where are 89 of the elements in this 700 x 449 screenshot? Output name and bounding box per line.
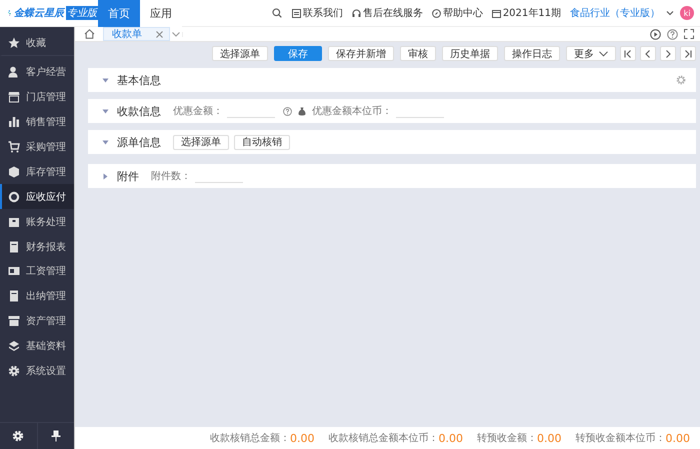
sidebar-item[interactable]: 财务报表 (0, 234, 74, 260)
fullscreen-icon[interactable] (684, 29, 694, 39)
last-page-button[interactable] (680, 46, 696, 61)
section-title: 源单信息 (117, 134, 161, 150)
section-title: 附件 (117, 168, 139, 184)
doc-icon (8, 240, 20, 253)
compass-icon (432, 8, 441, 18)
field-label: 优惠金额本位币： (312, 104, 392, 118)
next-button[interactable] (660, 46, 676, 61)
toolbar-button[interactable]: 保存并新增 (328, 46, 394, 61)
first-page-button[interactable] (620, 46, 636, 61)
sidebar-item[interactable]: 收藏 (0, 31, 74, 56)
triangle-down-icon[interactable] (102, 108, 109, 114)
sidebar-item[interactable]: 销售管理 (0, 110, 74, 135)
sidebar-item[interactable]: 采购管理 (0, 134, 74, 160)
section-button[interactable]: 自动核销 (234, 134, 290, 150)
chevron-down-icon[interactable] (172, 32, 180, 36)
total-label: 收款核销总金额： (210, 432, 290, 445)
document-tab[interactable]: 收款单 (103, 27, 170, 41)
cart-icon (8, 141, 20, 153)
sidebar-item[interactable]: 门店管理 (0, 84, 74, 110)
total-value: 0.00 (537, 432, 562, 444)
cube-icon (8, 166, 20, 178)
gear-icon (8, 365, 20, 378)
headset-icon (352, 8, 361, 18)
home-icon[interactable] (84, 29, 94, 39)
coin-icon (8, 190, 20, 203)
sidebar-item[interactable]: 基础资料 (0, 334, 74, 359)
money-bag-icon (298, 106, 306, 116)
chevron-left-icon (644, 50, 652, 58)
play-icon[interactable] (650, 28, 661, 40)
star-icon (8, 36, 20, 49)
organization-selector[interactable]: 食品行业（专业版） (570, 6, 660, 20)
first-page-icon (624, 50, 632, 58)
doc-icon (8, 290, 20, 302)
sidebar-item[interactable]: 账务处理 (0, 209, 74, 234)
logo-text: 金蝶云星辰 (14, 6, 64, 20)
total-label: 转预收金额： (477, 432, 537, 445)
total-value: 0.00 (438, 432, 463, 444)
toolbar-button[interactable]: 操作日志 (504, 46, 560, 61)
triangle-right-icon[interactable] (102, 172, 109, 180)
chevron-right-icon (664, 50, 672, 58)
card-icon (8, 265, 20, 278)
section-button[interactable]: 选择源单 (173, 134, 229, 150)
total-label: 转预收金额本位币： (576, 432, 666, 445)
period-label[interactable]: 2021年11期 (502, 6, 561, 20)
nav-tab[interactable]: 首页 (98, 0, 140, 26)
help-icon[interactable] (283, 106, 292, 116)
sidebar-item[interactable]: 客户经营 (0, 60, 74, 85)
triangle-down-icon[interactable] (102, 76, 109, 84)
message-icon (292, 8, 301, 18)
section-title: 收款信息 (117, 104, 161, 118)
field-label: 附件数： (151, 170, 191, 183)
triangle-down-icon[interactable] (102, 138, 109, 146)
total-value: 0.00 (666, 432, 690, 444)
pin-icon[interactable] (50, 430, 61, 442)
calendar-icon (492, 8, 501, 18)
sidebar-item[interactable]: 资产管理 (0, 308, 74, 334)
previous-button[interactable] (640, 46, 656, 61)
last-page-icon (684, 50, 692, 58)
toolbar-button[interactable]: 保存 (274, 46, 322, 61)
caret-icon (599, 50, 608, 56)
close-icon[interactable] (156, 30, 163, 38)
sidebar-item[interactable]: 出纳管理 (0, 284, 74, 309)
person-icon (8, 66, 20, 78)
bars-icon (8, 116, 20, 128)
sidebar-item[interactable]: 系统设置 (0, 358, 74, 384)
toolbar-button[interactable]: 历史单据 (442, 46, 498, 61)
layers-icon (8, 340, 20, 352)
edition-badge: 专业版 (66, 6, 98, 20)
box-icon (8, 216, 20, 228)
total-label: 收款核销总金额本位币： (328, 432, 438, 445)
total-value: 0.00 (290, 432, 314, 444)
sidebar-item[interactable]: 应收应付 (0, 184, 74, 210)
field-label: 优惠金额： (173, 104, 223, 118)
sidebar-item[interactable]: 库存管理 (0, 159, 74, 184)
search-icon[interactable] (272, 8, 282, 18)
header-link[interactable]: 帮助中心 (442, 6, 483, 20)
header-link[interactable]: 联系我们 (302, 6, 343, 20)
toolbar-button[interactable]: 选择源单 (212, 46, 268, 61)
help-icon[interactable] (667, 28, 678, 40)
caret-icon[interactable] (666, 10, 674, 16)
more-dropdown[interactable]: 更多 (566, 46, 616, 61)
section-title: 基本信息 (117, 72, 161, 88)
archive-icon (8, 315, 20, 328)
toolbar-button[interactable]: 审核 (400, 46, 436, 61)
header-link[interactable]: 售后在线服务 (362, 6, 423, 20)
store-icon (8, 91, 20, 104)
sidebar-item[interactable]: 工资管理 (0, 259, 74, 284)
